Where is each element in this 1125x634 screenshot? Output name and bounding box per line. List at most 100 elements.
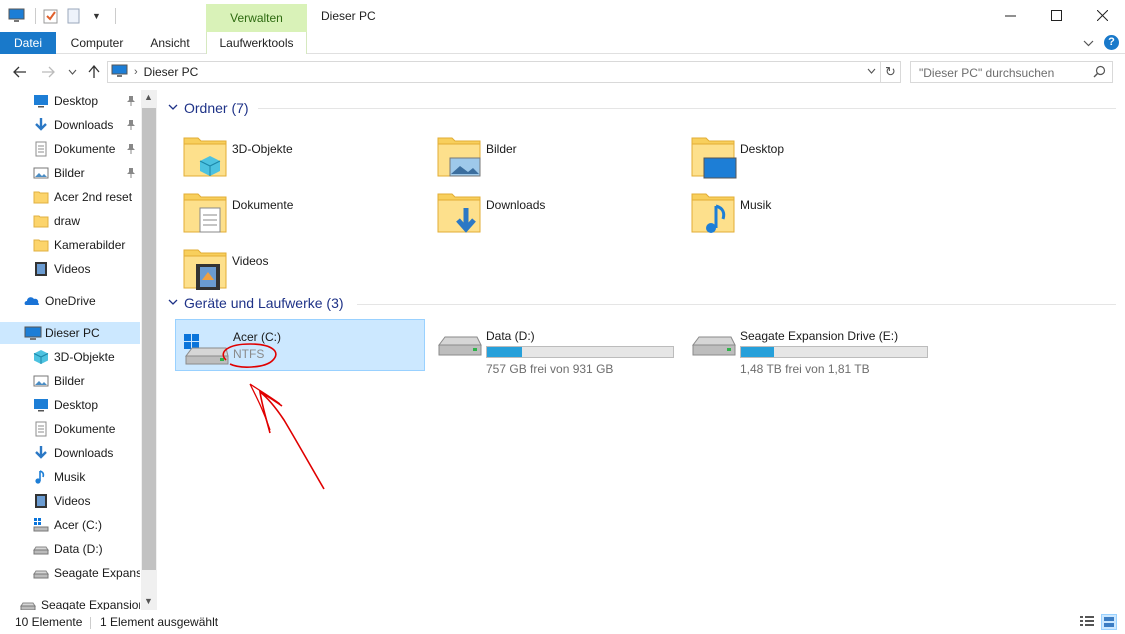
sidebar-item-videos[interactable]: Videos (0, 490, 140, 512)
tab-ansicht[interactable]: Ansicht (142, 32, 198, 54)
sidebar-item-label: Desktop (54, 94, 99, 108)
details-view-icon[interactable] (1079, 614, 1095, 630)
3d-objects-icon (33, 349, 49, 365)
breadcrumb-chevron-icon[interactable]: › (134, 66, 138, 78)
customize-toolbar-icon[interactable]: ▼ (88, 7, 105, 24)
pictures-icon (33, 165, 49, 181)
sidebar-item-videos[interactable]: Videos (0, 258, 140, 280)
tiles-view-icon[interactable] (1101, 614, 1117, 630)
collapse-chevron-icon[interactable] (168, 103, 178, 114)
drive-seagate-e[interactable]: Seagate Expansion Drive (E:) 1,48 TB fre… (683, 319, 933, 376)
sidebar-item-data-d[interactable]: Data (D:) (0, 538, 140, 560)
scroll-down-icon[interactable]: ▼ (144, 596, 153, 606)
sidebar-item-acer-c[interactable]: Acer (C:) (0, 514, 140, 536)
toolbar-divider (35, 7, 36, 24)
drive-icon (437, 333, 483, 366)
content-area: Ordner (7) 3D-Objekte Bilder Desktop Dokume… (162, 90, 1125, 610)
folder-bilder[interactable]: Bilder (416, 130, 656, 180)
back-arrow-icon[interactable] (10, 62, 30, 82)
status-bar: 10 Elemente 1 Element ausgewählt (0, 612, 1125, 634)
sidebar-item-draw[interactable]: draw (0, 210, 140, 232)
drive-usage-fill (741, 347, 775, 357)
folder-label: Musik (740, 198, 772, 212)
address-dropdown-icon[interactable] (867, 66, 876, 77)
sidebar-item-label: Bilder (54, 166, 85, 180)
view-switcher (1079, 614, 1117, 630)
selection-count: 1 Element ausgewählt (100, 615, 219, 629)
sidebar-item-kamerabilder[interactable]: Kamerabilder (0, 234, 140, 256)
sidebar-item-label: Dokumente (54, 422, 116, 436)
onedrive-icon (24, 293, 40, 309)
refresh-icon[interactable]: ↻ (881, 61, 901, 83)
sidebar-scrollbar[interactable]: ▲ ▼ (141, 90, 157, 610)
sidebar-item-label: Dokumente (54, 142, 116, 156)
new-folder-icon[interactable] (65, 7, 82, 24)
folder-3d-objekte[interactable]: 3D-Objekte (162, 130, 402, 180)
maximize-button[interactable] (1033, 0, 1079, 31)
navigation-bar: › Dieser PC ↻ "Dieser PC" durchsuchen (0, 56, 1125, 88)
sidebar-item-musik[interactable]: Musik (0, 466, 140, 488)
forward-arrow-icon[interactable] (38, 62, 58, 82)
minimize-button[interactable] (987, 0, 1033, 31)
drive-data-d[interactable]: Data (D:) 757 GB frei von 931 GB (429, 319, 679, 376)
folder-icon (33, 189, 49, 205)
drive-filesystem: NTFS (233, 347, 265, 361)
close-button[interactable] (1079, 0, 1125, 31)
folder-label: Videos (232, 254, 269, 268)
sidebar-item-dokumente[interactable]: Dokumente (0, 418, 140, 440)
sidebar-item-onedrive[interactable]: OneDrive (0, 290, 140, 312)
sidebar-item-seagate-expansio[interactable]: Seagate Expansio (0, 562, 140, 584)
title-bar: ▼ Verwalten Dieser PC (0, 0, 1125, 32)
devices-group-header[interactable]: Geräte und Laufwerke (3) (168, 295, 344, 311)
sidebar-item-downloads[interactable]: Downloads (0, 114, 140, 136)
tab-datei[interactable]: Datei (0, 32, 56, 54)
sidebar-item-bilder[interactable]: Bilder (0, 162, 140, 184)
search-placeholder: "Dieser PC" durchsuchen (919, 66, 1055, 80)
music-icon (33, 469, 49, 485)
sidebar-item-label: Musik (54, 470, 86, 484)
folder-musik[interactable]: Musik (670, 186, 910, 236)
folder-downloads[interactable]: Downloads (416, 186, 656, 236)
sidebar-item-label: Videos (54, 262, 91, 276)
sidebar-item-desktop[interactable]: Desktop (0, 394, 140, 416)
sidebar-item-dokumente[interactable]: Dokumente (0, 138, 140, 160)
sidebar-item-label: Acer 2nd reset (54, 190, 133, 204)
breadcrumb-path[interactable]: Dieser PC (144, 65, 199, 79)
address-bar[interactable]: › Dieser PC (107, 61, 881, 83)
sidebar-item-label: draw (54, 214, 81, 228)
search-input[interactable]: "Dieser PC" durchsuchen (910, 61, 1113, 83)
drive-icon (33, 541, 49, 557)
this-pc-icon[interactable] (8, 7, 25, 24)
up-arrow-icon[interactable] (84, 62, 104, 82)
recent-locations-icon[interactable] (62, 62, 82, 82)
sidebar-item-label: OneDrive (45, 294, 96, 308)
scroll-up-icon[interactable]: ▲ (144, 92, 153, 102)
sidebar-item-3d-objekte[interactable]: 3D-Objekte (0, 346, 140, 368)
collapse-chevron-icon[interactable] (168, 298, 178, 309)
scrollbar-thumb[interactable] (142, 108, 156, 570)
tab-computer[interactable]: Computer (64, 32, 130, 54)
sidebar-item-desktop[interactable]: Desktop (0, 90, 140, 112)
ribbon-right-controls: ? (1083, 35, 1119, 50)
sidebar-item-downloads[interactable]: Downloads (0, 442, 140, 464)
search-icon[interactable] (1093, 65, 1106, 81)
sidebar-item-bilder[interactable]: Bilder (0, 370, 140, 392)
desktop-folder-icon (690, 130, 738, 183)
folder-dokumente[interactable]: Dokumente (162, 186, 402, 236)
downloads-icon (33, 117, 49, 133)
videos-folder-icon (182, 242, 230, 295)
help-icon[interactable]: ? (1104, 35, 1119, 50)
sidebar-item-seagate-expansion[interactable]: Seagate Expansion (0, 594, 140, 610)
window-controls (987, 0, 1125, 31)
expand-ribbon-icon[interactable] (1083, 36, 1094, 50)
documents-icon (33, 421, 49, 437)
drive-acer-c[interactable]: Acer (C:) NTFS (175, 319, 425, 371)
folder-videos[interactable]: Videos (162, 242, 402, 292)
sidebar-item-acer-2nd-reset[interactable]: Acer 2nd reset (0, 186, 140, 208)
properties-icon[interactable] (42, 7, 59, 24)
windows-drive-icon (33, 517, 49, 533)
sidebar-item-dieser-pc[interactable]: Dieser PC (0, 322, 140, 344)
folder-desktop[interactable]: Desktop (670, 130, 910, 180)
tab-laufwerktools[interactable]: Laufwerktools (206, 32, 307, 54)
folders-group-header[interactable]: Ordner (7) (168, 100, 249, 116)
